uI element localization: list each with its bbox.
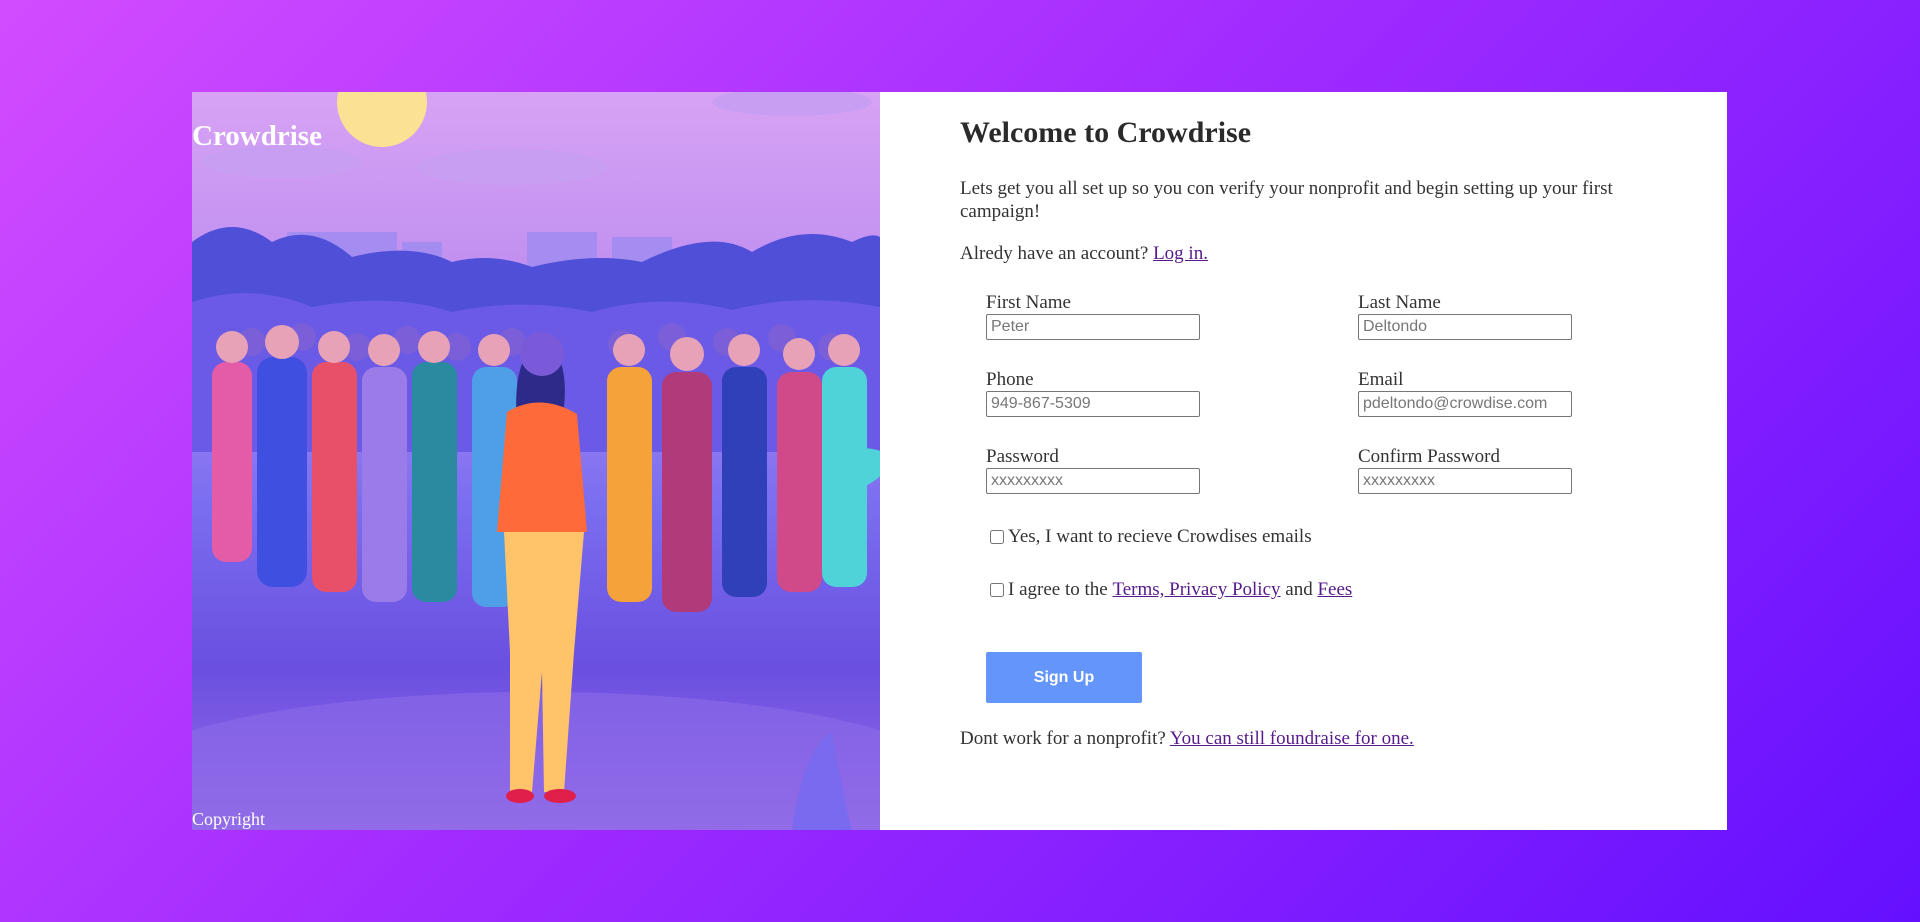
login-prompt-text: Alredy have an account? — [960, 243, 1149, 264]
emails-opt-in-row: Yes, I want to recieve Crowdises emails — [990, 526, 1312, 548]
first-name-group: First Name — [986, 293, 1200, 340]
signup-card: Crowdrise Copyright Welcome to Crowdrise… — [192, 92, 1727, 830]
last-name-group: Last Name — [1358, 293, 1572, 340]
phone-label: Phone — [986, 369, 1034, 390]
crowd-illustration — [192, 92, 880, 830]
last-name-input[interactable] — [1358, 314, 1572, 340]
password-input[interactable] — [986, 468, 1200, 494]
email-label: Email — [1358, 369, 1404, 390]
sign-up-button[interactable]: Sign Up — [986, 652, 1142, 703]
phone-input[interactable] — [986, 391, 1200, 417]
email-group: Email — [1358, 370, 1572, 417]
confirm-password-group: Confirm Password — [1358, 447, 1572, 494]
agree-prefix: I agree to the — [1008, 579, 1108, 600]
login-prompt: Alredy have an account? Log in. — [960, 243, 1208, 265]
brand-logo: Crowdrise — [192, 120, 322, 152]
password-group: Password — [986, 447, 1200, 494]
copyright-text: Copyright — [192, 809, 266, 829]
confirm-password-input[interactable] — [1358, 468, 1572, 494]
last-name-label: Last Name — [1358, 292, 1441, 313]
emails-opt-in-checkbox[interactable] — [990, 530, 1004, 544]
fundraise-link[interactable]: You can still foundraise for one. — [1170, 728, 1414, 749]
intro-text: Lets get you all set up so you con verif… — [960, 178, 1613, 222]
terms-link[interactable]: Terms, Privacy Policy — [1112, 579, 1280, 601]
login-link[interactable]: Log in. — [1153, 243, 1208, 264]
password-label: Password — [986, 446, 1059, 467]
agree-and: and — [1285, 579, 1313, 600]
page-title: Welcome to Crowdrise — [960, 116, 1252, 149]
agree-terms-row: I agree to the Terms, Privacy Policy and… — [990, 579, 1352, 601]
emails-opt-in-label: Yes, I want to recieve Crowdises emails — [1008, 526, 1312, 547]
signup-form-panel: Welcome to Crowdrise Lets get you all se… — [880, 92, 1727, 830]
confirm-password-label: Confirm Password — [1358, 446, 1500, 467]
email-input[interactable] — [1358, 391, 1572, 417]
agree-terms-checkbox[interactable] — [990, 583, 1004, 597]
nonprofit-prompt-text: Dont work for a nonprofit? — [960, 728, 1166, 749]
phone-group: Phone — [986, 370, 1200, 417]
first-name-label: First Name — [986, 292, 1071, 313]
hero-illustration-panel: Crowdrise Copyright — [192, 92, 880, 830]
fees-link[interactable]: Fees — [1317, 579, 1352, 601]
nonprofit-prompt: Dont work for a nonprofit? You can still… — [960, 728, 1414, 750]
first-name-input[interactable] — [986, 314, 1200, 340]
